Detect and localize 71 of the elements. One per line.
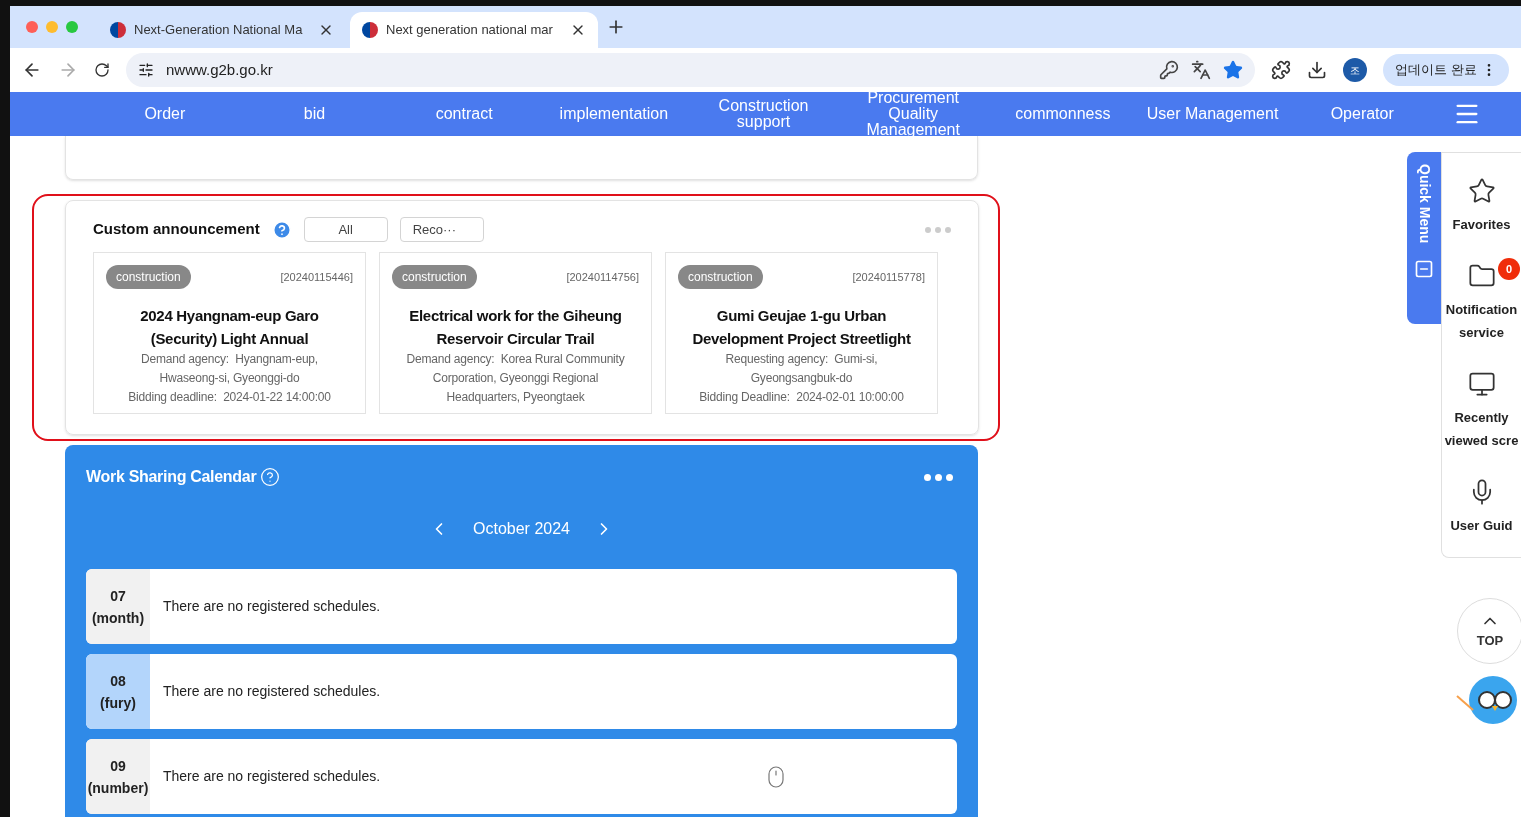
- more-dots-icon[interactable]: [924, 473, 953, 481]
- site-logo-icon: [362, 22, 378, 38]
- filter-button[interactable]: All: [303, 217, 388, 242]
- nav-link[interactable]: Construction support: [688, 98, 839, 130]
- category-tag: construction: [106, 265, 191, 289]
- notice-title: 2024 Hyangnam-eup Garo (Security) Light Annual: [139, 306, 320, 349]
- notice-title: Gumi Geujae 1-gu Urban Development Project Streetlight: [691, 306, 912, 349]
- nav-link[interactable]: Procurement Quality Management: [838, 90, 989, 138]
- help-icon[interactable]: [271, 219, 292, 240]
- notice-detail: Bidding Deadline: 2024-02-01 10:00:00: [698, 389, 905, 406]
- notice-detail: Requesting agency: Gumi-si, Gyeongsangbuk-do: [724, 351, 879, 387]
- quick-menu-item[interactable]: 0 Notification service: [1442, 258, 1521, 344]
- nav-link[interactable]: User Management: [1137, 106, 1288, 122]
- quick-menu-item[interactable]: Favorites: [1442, 173, 1521, 236]
- notice-detail: Demand agency: Hyangnam-eup, Hwaseong-si, Gyeonggi-do: [140, 351, 319, 387]
- reload-icon[interactable]: [94, 62, 110, 78]
- date-cell: 09 (number): [86, 739, 150, 814]
- address-bar[interactable]: nwww.g2b.go.kr: [126, 53, 1256, 87]
- browser-tab[interactable]: Next-Generation National Ma: [98, 12, 346, 48]
- key-icon[interactable]: [1159, 60, 1180, 80]
- tab-title: Next-Generation National Ma: [134, 21, 304, 40]
- section-title: Custom announcement: [93, 219, 260, 240]
- notice-title: Electrical work for the Giheung Reservoir Circular Trail: [408, 306, 623, 349]
- filter-button[interactable]: Reco···: [399, 217, 484, 242]
- notice-detail: Bidding deadline: 2024-01-22 14:00:00: [127, 389, 332, 406]
- announcement-card[interactable]: construction [20240115778] Gumi Geujae 1-gu Urban Development Project Streetlight Requesting agency: Gumi-si, Gyeongsangbuk-do Bidding Deadline: 2024-02-01 10:00:00: [665, 252, 938, 414]
- month-label: October 2024: [473, 519, 570, 539]
- announcement-card[interactable]: construction [20240114756] Electrical work for the Giheung Reservoir Circular Trail Demand agency: Korea Rural Community Corporation, Gyeonggi Regional Headquarters, Pyeongtaek: [379, 252, 652, 414]
- browser-tab[interactable]: Next generation national mar: [350, 12, 598, 48]
- schedule-text: There are no registered schedules.: [163, 767, 381, 786]
- profile-avatar[interactable]: 조: [1343, 58, 1368, 82]
- schedule-text: There are no registered schedules.: [163, 682, 381, 701]
- notification-badge: 0: [1498, 258, 1520, 280]
- url-text: nwww.g2b.go.kr: [166, 59, 274, 80]
- section-title: Work Sharing Calendar: [86, 467, 257, 487]
- date-cell: 07 (month): [86, 569, 150, 644]
- site-logo-icon: [110, 22, 126, 38]
- date-cell: 08 (fury): [86, 654, 150, 729]
- notice-detail: Demand agency: Korea Rural Community Corporation, Gyeonggi Regional Headquarters, Pyeongtaek: [405, 351, 626, 406]
- update-button[interactable]: 업데이트 완료: [1383, 54, 1509, 86]
- nav-link[interactable]: contract: [389, 106, 539, 122]
- schedule-row[interactable]: 08 (fury) There are no registered schedules.: [86, 654, 957, 729]
- help-icon[interactable]: [260, 467, 281, 487]
- schedule-row[interactable]: 07 (month) There are no registered schedules.: [86, 569, 957, 644]
- schedule-row[interactable]: 09 (number) There are no registered schedules.: [86, 739, 957, 814]
- tab-title: Next generation national mar: [386, 21, 554, 40]
- bookmark-star-icon[interactable]: [1223, 60, 1244, 80]
- site-settings-icon[interactable]: [138, 62, 154, 78]
- translate-icon[interactable]: [1191, 60, 1212, 80]
- quick-menu-label: Quick Menu: [1415, 164, 1434, 244]
- category-tag: construction: [678, 265, 763, 289]
- download-icon[interactable]: [1307, 60, 1328, 80]
- notice-number: [20240115446]: [280, 269, 353, 285]
- collapse-icon[interactable]: [1414, 259, 1434, 280]
- nav-link[interactable]: Order: [90, 106, 240, 122]
- nav-link[interactable]: implementation: [539, 106, 689, 122]
- notice-number: [20240115778]: [852, 269, 925, 285]
- quick-menu-item[interactable]: User Guid: [1442, 474, 1521, 537]
- nav-link[interactable]: commonness: [988, 106, 1138, 122]
- nav-link[interactable]: Operator: [1287, 106, 1438, 122]
- category-tag: construction: [392, 265, 477, 289]
- quick-menu-item[interactable]: Recently viewed scre: [1442, 366, 1521, 452]
- quick-menu-tab[interactable]: Quick Menu: [1407, 152, 1441, 324]
- monitor-icon: [1467, 370, 1496, 398]
- notice-number: [20240114756]: [566, 269, 639, 285]
- more-dots-icon[interactable]: [925, 226, 951, 233]
- schedule-text: There are no registered schedules.: [163, 597, 381, 616]
- nav-link[interactable]: bid: [239, 106, 390, 122]
- announcement-card[interactable]: construction [20240115446] 2024 Hyangnam-eup Garo (Security) Light Annual Demand agency: Hyangnam-eup, Hwaseong-si, Gyeonggi-do Bidding deadline: 2024-01-22 14:00:00: [93, 252, 366, 414]
- extensions-icon[interactable]: [1271, 60, 1292, 80]
- star-icon: [1467, 177, 1496, 205]
